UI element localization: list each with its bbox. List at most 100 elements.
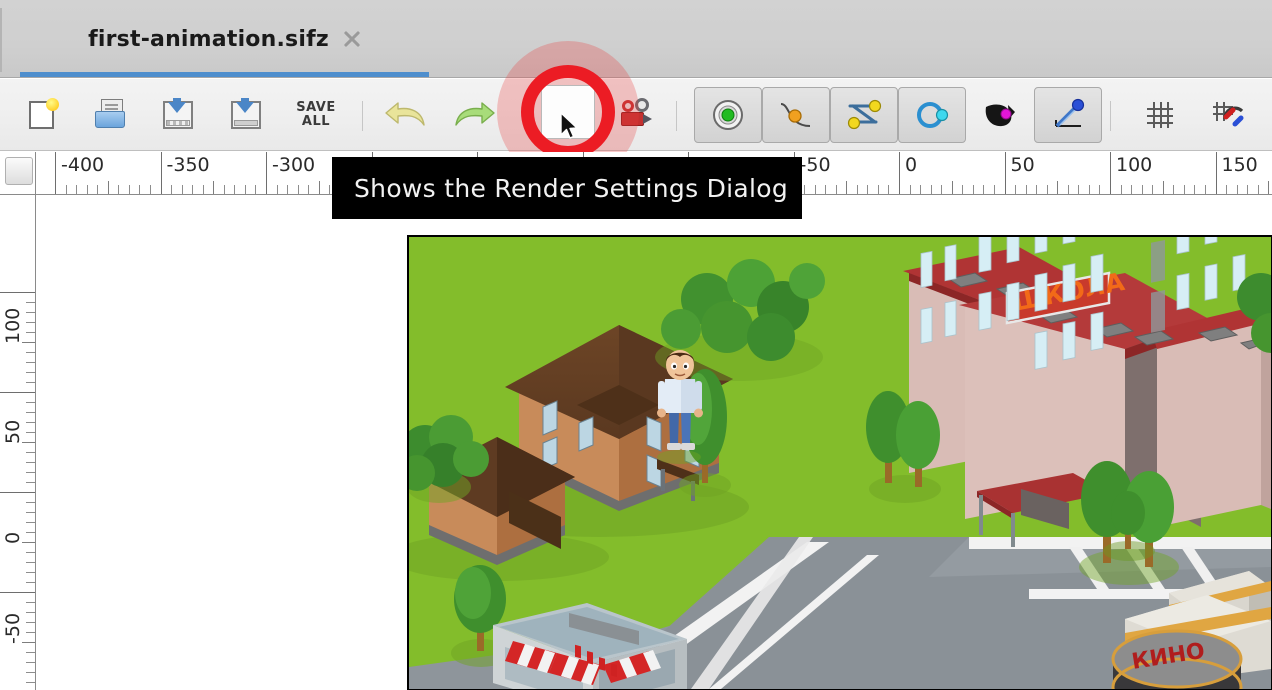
ruler-tick-minor: [107, 181, 109, 194]
ruler-tick-minor: [1236, 185, 1238, 194]
ruler-tick-minor: [1194, 185, 1196, 194]
ruler-tick-minor: [213, 181, 215, 194]
ruler-tick-minor: [26, 672, 35, 673]
ruler-tick-minor: [993, 185, 995, 194]
ruler-tick-minor: [26, 352, 35, 353]
ruler-label: -350: [166, 154, 210, 176]
ruler-tick-minor: [1088, 185, 1090, 194]
town-scene-artwork: ШКОЛА: [409, 237, 1271, 689]
ruler-tick-minor: [26, 602, 35, 603]
ruler-tick-minor: [26, 572, 35, 573]
ruler-tick-minor: [192, 185, 194, 194]
ruler-tick-minor: [26, 522, 35, 523]
ruler-tick-minor: [26, 402, 35, 403]
ruler-tick-major: [0, 592, 35, 593]
ruler-tick-major: [1110, 152, 1111, 194]
ruler-tick-major: [0, 292, 35, 293]
save-as-button[interactable]: [220, 89, 272, 141]
ruler-tick-minor: [329, 185, 331, 194]
ruler-tick-minor: [97, 185, 99, 194]
yellow-dots-link-icon: [847, 99, 882, 130]
snap-magnet-icon: [1213, 102, 1244, 127]
ruler-tick-minor: [1131, 185, 1133, 194]
cyan-circle-icon: [917, 102, 949, 128]
toggle-background-rendering[interactable]: [694, 87, 762, 143]
ruler-tick-minor: [920, 185, 922, 194]
redo-button[interactable]: [448, 89, 500, 141]
ruler-tick-minor: [26, 582, 35, 583]
toolbar-separator: [1110, 101, 1111, 131]
synfig-studio-window: first-animation.sifz SAVE ALL -400 -350 …: [0, 0, 1272, 690]
vertical-ruler[interactable]: 100500-50-100: [0, 195, 36, 690]
ruler-tick-minor: [1162, 181, 1164, 194]
toggle-bline-points[interactable]: [966, 87, 1034, 143]
tab-first-animation[interactable]: first-animation.sifz: [20, 0, 429, 78]
toggle-grid-button[interactable]: [1134, 89, 1186, 141]
work-area[interactable]: ШКОЛА: [37, 196, 1272, 690]
ruler-tick-minor: [888, 185, 890, 194]
ruler-origin-button[interactable]: [5, 157, 33, 185]
ruler-tick-minor: [1173, 185, 1175, 194]
ruler-tick-minor: [1099, 185, 1101, 194]
ruler-tick-minor: [139, 185, 141, 194]
ruler-tick-minor: [318, 181, 320, 194]
new-document-button[interactable]: [16, 89, 68, 141]
ruler-tick-minor: [26, 412, 35, 413]
ruler-tick-minor: [26, 372, 35, 373]
ruler-tick-minor: [26, 432, 35, 433]
ruler-tick-minor: [223, 185, 225, 194]
ruler-tick-minor: [962, 185, 964, 194]
ruler-tick-minor: [941, 185, 943, 194]
save-all-button[interactable]: SAVE ALL: [288, 89, 344, 141]
blue-angle-ruler-icon: [1055, 98, 1085, 128]
tab-label: first-animation.sifz: [88, 26, 329, 52]
ruler-tick-minor: [26, 462, 35, 463]
ruler-tick-minor: [1141, 185, 1143, 194]
ruler-tick-major: [0, 392, 35, 393]
tab-active-indicator: [20, 72, 429, 77]
ruler-tick-minor: [26, 332, 35, 333]
redo-arrow-icon: [455, 102, 495, 126]
ruler-tick-minor: [26, 362, 35, 363]
ruler-tick-major: [0, 492, 35, 493]
open-folder-icon: [92, 96, 130, 134]
undo-button[interactable]: [380, 89, 432, 141]
ruler-tick-minor: [804, 185, 806, 194]
ruler-corner: [0, 152, 36, 195]
toggle-angle-widget[interactable]: [1034, 87, 1102, 143]
ruler-tick-minor: [877, 185, 879, 194]
toggle-onion-skin[interactable]: [830, 87, 898, 143]
grid-icon: [1147, 102, 1173, 128]
ruler-tick-minor: [118, 185, 120, 194]
ruler-tick-minor: [1046, 185, 1048, 194]
preview-button[interactable]: [612, 89, 664, 141]
save-as-icon: [227, 96, 265, 134]
save-disk-icon: [159, 96, 197, 134]
ruler-tick-major: [55, 152, 56, 194]
ruler-tick-minor: [181, 185, 183, 194]
ruler-tick-minor: [244, 185, 246, 194]
ruler-tick-minor: [1152, 185, 1154, 194]
drawing-canvas[interactable]: ШКОЛА: [407, 235, 1272, 690]
close-x-icon[interactable]: [343, 30, 361, 48]
ruler-tick-minor: [26, 512, 35, 513]
ruler-tick-minor: [1015, 185, 1017, 194]
open-document-button[interactable]: [85, 89, 137, 141]
ruler-label: -50: [2, 612, 24, 644]
ruler-tick-minor: [26, 502, 35, 503]
ruler-tick-minor: [26, 552, 35, 553]
tooltip-text: Shows the Render Settings Dialog: [354, 173, 789, 203]
toggle-low-res[interactable]: [762, 87, 830, 143]
ruler-tick-minor: [287, 185, 289, 194]
ruler-tick-minor: [26, 422, 35, 423]
toggle-render-quality[interactable]: [898, 87, 966, 143]
ruler-tick-minor: [1067, 185, 1069, 194]
toggle-snap-button[interactable]: [1202, 89, 1254, 141]
save-button[interactable]: [152, 89, 204, 141]
ruler-tick-minor: [26, 622, 35, 623]
ruler-tick-minor: [26, 452, 35, 453]
ruler-tick-major: [1215, 152, 1217, 194]
ruler-label: -50: [799, 154, 831, 176]
ruler-tick-minor: [276, 185, 278, 194]
ruler-tick-minor: [22, 542, 35, 543]
